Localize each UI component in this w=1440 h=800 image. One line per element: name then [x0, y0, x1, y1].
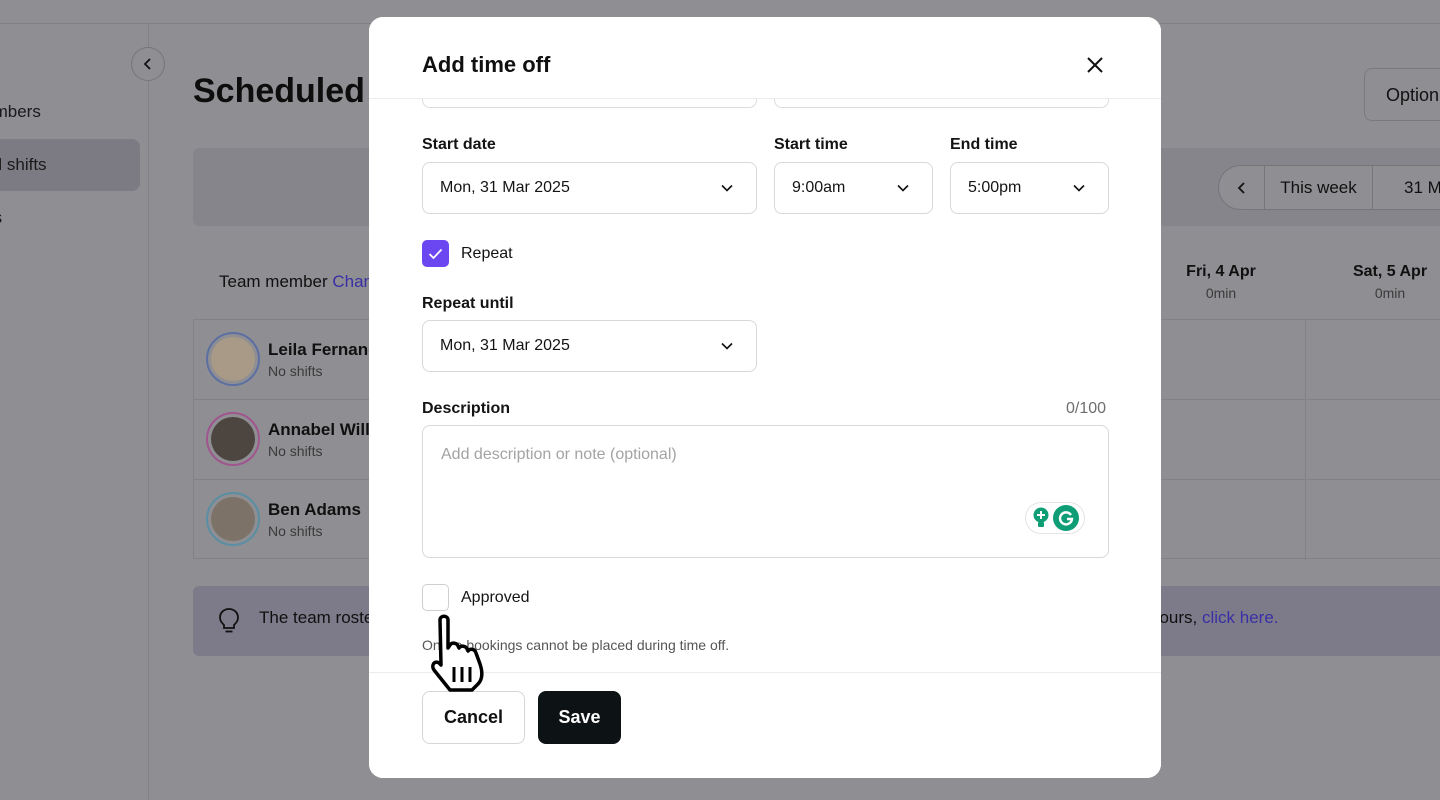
this-week-button[interactable]: This week — [1265, 166, 1373, 209]
member-status: No shifts — [268, 522, 323, 539]
previous-week-button[interactable] — [1219, 166, 1265, 209]
repeat-until-label: Repeat until — [422, 295, 514, 312]
description-textarea[interactable]: Add description or note (optional) — [422, 425, 1109, 558]
click-here-link[interactable]: click here. — [1202, 608, 1279, 627]
collapse-sidebar-button[interactable] — [131, 47, 165, 81]
grammarly-bulb-icon — [1033, 507, 1048, 527]
repeat-checkbox[interactable] — [422, 240, 449, 267]
member-status: No shifts — [268, 442, 323, 459]
team-member[interactable]: Annabel Willia No shifts — [206, 412, 384, 466]
day-label: Fri, 4 Apr — [1186, 263, 1256, 280]
sidebar-item-other[interactable]: s — [0, 245, 140, 297]
sidebar: members uled shifts eets s — [0, 24, 149, 800]
save-button[interactable]: Save — [538, 691, 621, 744]
day-minutes: 0min — [1374, 285, 1406, 301]
cancel-button[interactable]: Cancel — [422, 691, 525, 744]
team-member[interactable]: Leila Fernande No shifts — [206, 332, 388, 386]
sidebar-item-team-members[interactable]: members — [0, 86, 140, 138]
week-navigator: This week 31 Ma — [1218, 165, 1440, 210]
start-time-label: Start time — [774, 136, 848, 153]
approved-checkbox[interactable] — [422, 584, 449, 611]
day-column-header: Fri, 4 Apr 0min — [1151, 263, 1291, 301]
chevron-down-icon — [721, 184, 733, 192]
team-member[interactable]: Ben Adams No shifts — [206, 492, 361, 546]
end-time-label: End time — [950, 136, 1018, 153]
info-banner-text: The team roste — [259, 608, 374, 627]
description-placeholder: Add description or note (optional) — [441, 446, 677, 463]
repeat-until-value: Mon, 31 Mar 2025 — [440, 337, 570, 354]
day-column-header: Sat, 5 Apr 0min — [1320, 263, 1440, 301]
member-name: Annabel Willia — [268, 419, 385, 439]
end-time-select[interactable]: 5:00pm — [950, 162, 1109, 214]
chevron-left-icon — [1237, 181, 1245, 194]
grammarly-logo-icon — [1052, 505, 1079, 531]
avatar — [206, 492, 260, 546]
start-date-select[interactable]: Mon, 31 Mar 2025 — [422, 162, 757, 214]
chevron-left-icon — [143, 58, 151, 70]
day-minutes: 0min — [1205, 285, 1237, 301]
dialog-header: Add time off — [369, 17, 1161, 99]
repeat-label: Repeat — [461, 245, 513, 262]
avatar — [206, 332, 260, 386]
end-time-value: 5:00pm — [968, 179, 1022, 196]
grammarly-widget[interactable] — [1025, 502, 1085, 534]
lightbulb-icon — [219, 608, 239, 633]
member-name: Ben Adams — [268, 499, 361, 519]
repeat-until-select[interactable]: Mon, 31 Mar 2025 — [422, 320, 757, 372]
dialog-title: Add time off — [422, 52, 551, 77]
checkmark-icon — [428, 248, 443, 259]
start-time-select[interactable]: 9:00am — [774, 162, 933, 214]
start-time-value: 9:00am — [792, 179, 846, 196]
close-button[interactable] — [1081, 51, 1109, 79]
change-link[interactable]: Chan — [332, 272, 373, 291]
options-button[interactable]: Option — [1364, 68, 1440, 121]
start-date-label: Start date — [422, 136, 496, 153]
start-date-value: Mon, 31 Mar 2025 — [440, 179, 570, 196]
team-member-label: Team member — [219, 272, 328, 291]
info-banner-tail: hours, click here. — [1150, 608, 1279, 628]
close-icon — [1087, 57, 1103, 73]
chevron-down-icon — [721, 342, 733, 350]
chevron-down-icon — [897, 184, 909, 192]
hand-pointer-cursor-icon — [431, 614, 484, 692]
avatar — [206, 412, 260, 466]
character-counter: 0/100 — [1066, 400, 1107, 417]
team-member-header: Team member Chan — [219, 272, 373, 292]
description-label: Description — [422, 400, 511, 417]
day-label: Sat, 5 Apr — [1352, 263, 1428, 280]
sidebar-item-timesheets[interactable]: eets — [0, 192, 140, 244]
week-range-label[interactable]: 31 Ma — [1373, 178, 1440, 198]
chevron-down-icon — [1073, 184, 1085, 192]
sidebar-item-scheduled-shifts[interactable]: uled shifts — [0, 139, 140, 191]
approved-label: Approved — [461, 589, 530, 606]
